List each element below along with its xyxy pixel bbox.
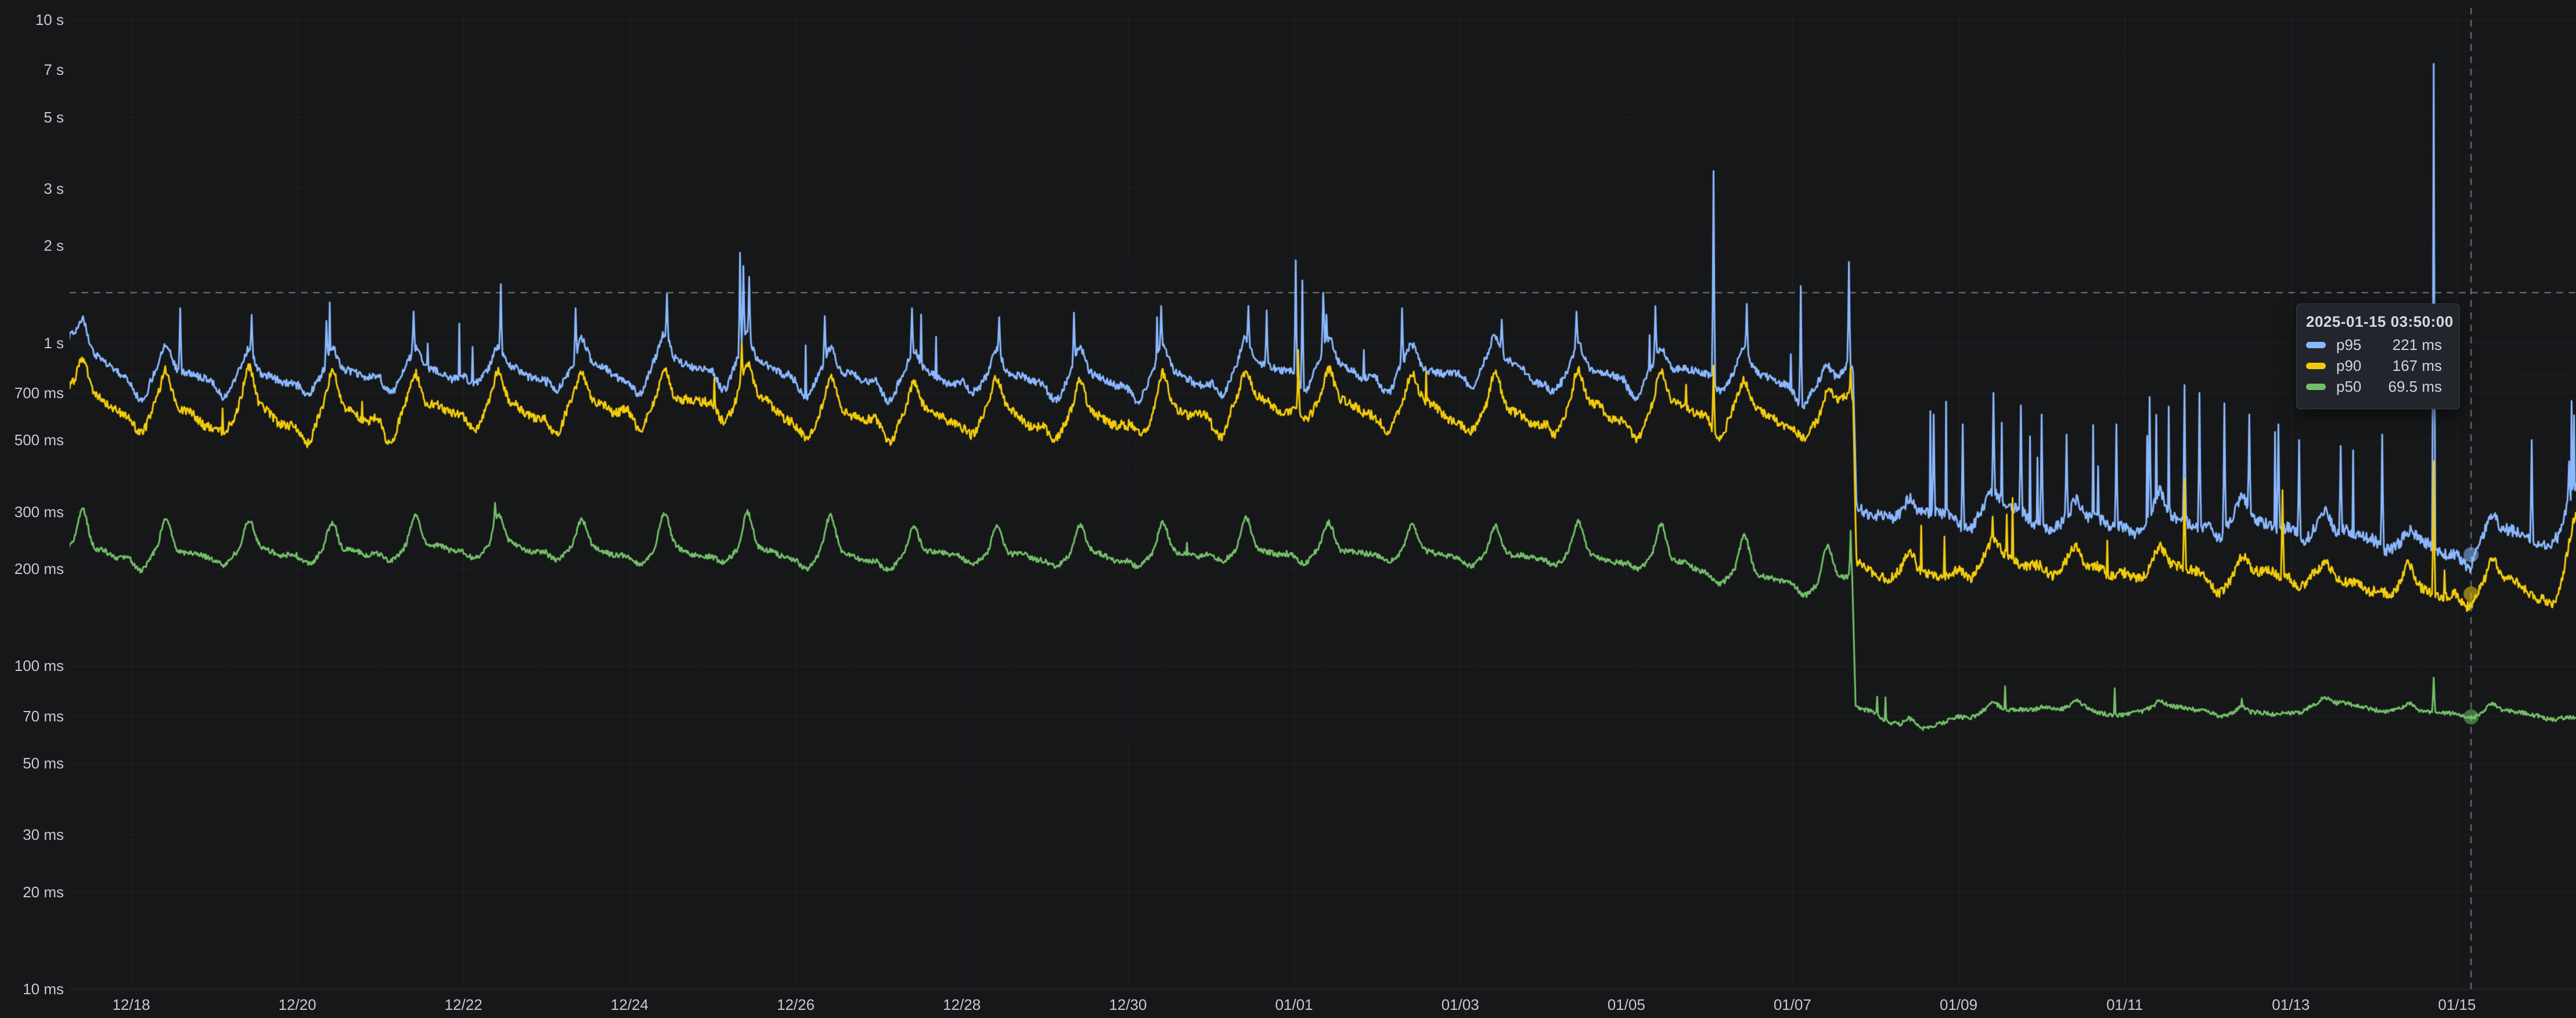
tooltip-series-label: p50 (2336, 378, 2361, 396)
tooltip-series-value: 167 ms (2393, 357, 2450, 375)
tooltip-row: p95 221 ms (2306, 334, 2450, 355)
tooltip-row: p90 167 ms (2306, 355, 2450, 376)
series-color-swatch-p50 (2306, 384, 2326, 390)
tooltip-series-label: p95 (2336, 336, 2361, 354)
tooltip-series-value: 69.5 ms (2388, 378, 2451, 396)
latency-chart-canvas[interactable] (0, 0, 2576, 1018)
grafana-timeseries-panel: 10 s7 s5 s3 s2 s1 s700 ms500 ms300 ms200… (0, 0, 2576, 1018)
tooltip-row: p50 69.5 ms (2306, 376, 2450, 397)
series-color-swatch-p95 (2306, 342, 2326, 348)
tooltip-series-value: 221 ms (2393, 336, 2450, 354)
tooltip-series-label: p90 (2336, 357, 2361, 375)
tooltip-timestamp: 2025-01-15 03:50:00 (2306, 312, 2450, 331)
chart-tooltip: 2025-01-15 03:50:00 p95 221 ms p90 167 m… (2296, 304, 2460, 409)
series-color-swatch-p90 (2306, 363, 2326, 369)
